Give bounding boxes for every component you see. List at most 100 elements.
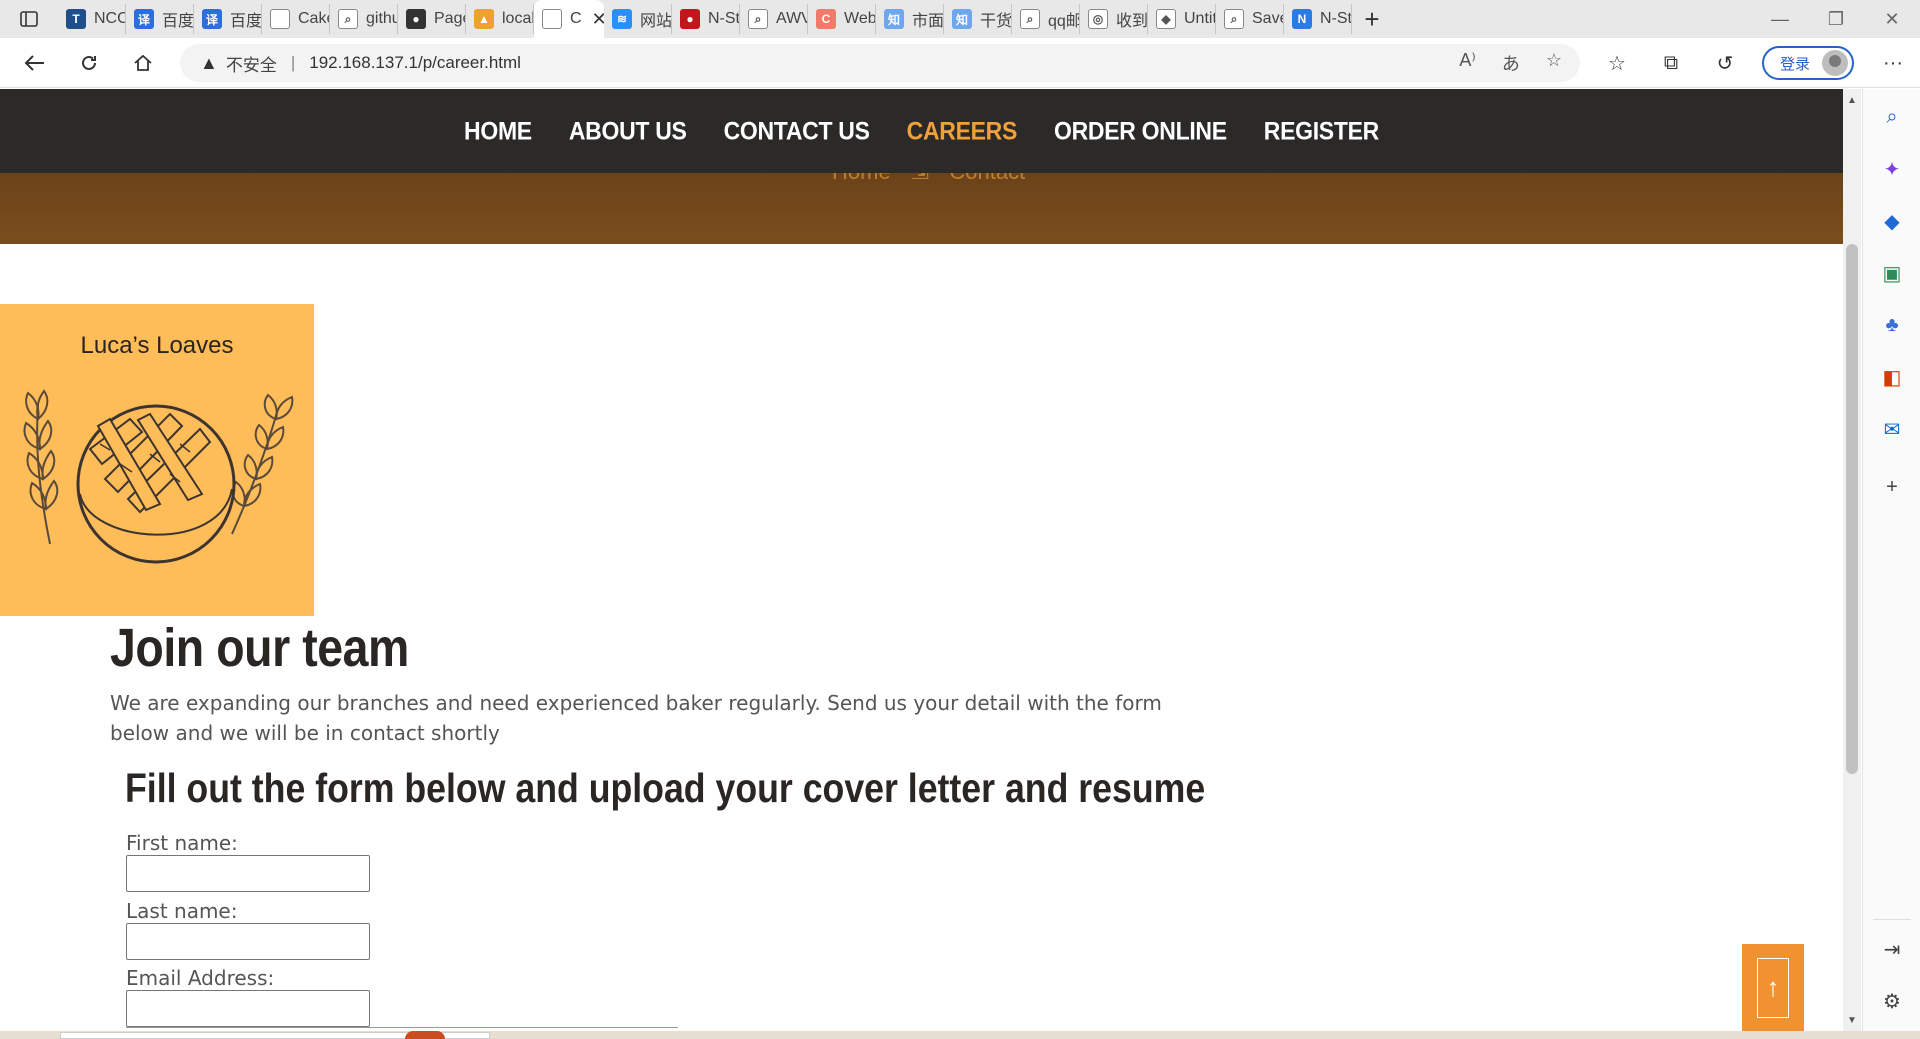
nav-home[interactable]: HOME (464, 116, 532, 145)
tab-actions-icon[interactable] (0, 0, 58, 38)
office-icon[interactable]: ◧ (1880, 365, 1904, 389)
browser-tab[interactable]: 知市面 (876, 4, 944, 34)
tab-title: Pages (434, 10, 465, 27)
tab-title: localh (502, 10, 533, 27)
refresh-icon[interactable] (62, 43, 116, 83)
nav-register[interactable]: REGISTER (1264, 116, 1379, 145)
translate-icon[interactable]: あ (1502, 50, 1520, 76)
read-aloud-icon[interactable]: A⁾ (1459, 50, 1475, 76)
outlook-icon[interactable]: ✉ (1880, 417, 1904, 441)
address-bar[interactable]: ▲ 不安全 | 192.168.137.1/p/career.html A⁾ あ… (180, 44, 1580, 82)
nav-careers[interactable]: CAREERS (907, 116, 1018, 145)
search-favicon-icon: ⌕ (748, 9, 768, 29)
breadcrumb-home[interactable]: Home (832, 173, 891, 184)
back-icon[interactable] (8, 43, 62, 83)
more-menu-icon[interactable]: ··· (1866, 43, 1920, 83)
first-name-field[interactable] (126, 855, 370, 892)
favorites-icon[interactable]: ☆ (1590, 43, 1644, 83)
browser-tab[interactable]: Cake: (262, 4, 330, 34)
tab-title: Untit (1184, 10, 1216, 27)
scroll-down-icon[interactable]: ▼ (1843, 1011, 1861, 1029)
warning-icon[interactable]: ▲ (200, 53, 218, 74)
browser-tab[interactable]: 译百度翻 (126, 4, 194, 34)
tab-title: 百度翻 (162, 13, 194, 30)
browser-tab[interactable]: ◎ 收到 (1080, 4, 1148, 34)
restore-icon[interactable]: ❐ (1808, 0, 1864, 38)
minimize-icon[interactable]: — (1752, 0, 1808, 38)
scroll-up-icon[interactable]: ▲ (1843, 91, 1861, 109)
tab-title: githu (366, 10, 398, 27)
browser-tab[interactable]: C ✕ (534, 0, 604, 38)
tab-title: N-Sta (1320, 10, 1352, 27)
scroll-to-top-button[interactable]: ↑ (1742, 944, 1804, 1031)
tab-strip: TNCC -译百度翻译百度翻Cake:⌕githu●Pages▲localhC✕… (0, 0, 1920, 38)
close-window-icon[interactable]: ✕ (1864, 0, 1920, 38)
new-tab-button[interactable]: + (1352, 0, 1392, 38)
tab-title: N-Sta (708, 10, 740, 27)
browser-tab[interactable]: 译百度翻 (194, 4, 262, 34)
page-viewport: HOME ABOUT US CONTACT US CAREERS ORDER O… (0, 89, 1843, 1031)
avatar-icon (1822, 50, 1848, 76)
close-tab-icon[interactable]: ✕ (592, 9, 604, 30)
tab-title: 收到 (1116, 13, 1148, 30)
last-name-field[interactable] (126, 923, 370, 960)
browser-tab[interactable]: T NCC - (58, 4, 126, 34)
home-icon[interactable] (116, 43, 170, 83)
chrome-favicon-icon: ◎ (1088, 9, 1108, 29)
form-heading: Fill out the form below and upload your … (125, 765, 1206, 811)
hide-sidebar-icon[interactable]: ⇥ (1880, 937, 1904, 961)
collections-icon[interactable]: ⧉ (1644, 43, 1698, 83)
nav-order-online[interactable]: ORDER ONLINE (1054, 116, 1227, 145)
browser-tab[interactable]: C Web (808, 4, 876, 34)
zhihu-favicon-icon: 知 (884, 9, 904, 29)
email-field[interactable] (126, 990, 370, 1027)
browser-tab[interactable]: ◆ Untit (1148, 4, 1216, 34)
scroll-thumb[interactable] (1846, 244, 1858, 774)
intro-paragraph: We are expanding our branches and need e… (110, 691, 1162, 745)
tab-title: C (570, 10, 582, 27)
tab-title: AWVS (776, 10, 807, 27)
search-favicon-icon: ⌕ (1224, 9, 1244, 29)
taskbar-app-icon[interactable] (405, 1031, 445, 1039)
games-icon[interactable]: ♣ (1880, 313, 1904, 337)
tools-icon[interactable]: ▣ (1880, 261, 1904, 285)
settings-gear-icon[interactable]: ⚙ (1880, 989, 1904, 1013)
nsta-favicon-icon: N (1292, 9, 1312, 29)
browser-tab[interactable]: ● N-Sta (672, 4, 740, 34)
page-title: Join our team (110, 618, 409, 678)
browser-toolbar: ▲ 不安全 | 192.168.137.1/p/career.html A⁾ あ… (0, 38, 1920, 88)
first-name-label: First name: (126, 831, 238, 855)
browser-tab[interactable]: ⌕ qq邮 (1012, 4, 1080, 34)
copilot-icon[interactable]: ✦ (1880, 157, 1904, 181)
shopping-tag-icon[interactable]: ◆ (1880, 209, 1904, 233)
browser-tab[interactable]: N N-Sta (1284, 4, 1352, 34)
last-name-label: Last name: (126, 899, 238, 923)
browser-tab[interactable]: ⌕ Save (1216, 4, 1284, 34)
arrow-up-icon: ↑ (1757, 957, 1789, 1018)
browser-tab[interactable]: ≋ 网站 (604, 4, 672, 34)
breadcrumb-separator-icon: ⇲ (911, 173, 929, 185)
history-icon[interactable]: ↺ (1698, 43, 1752, 83)
page-scrollbar[interactable]: ▲ ▼ (1843, 89, 1861, 1031)
page-favicon-icon (542, 9, 562, 29)
tab-title: 干货 (980, 13, 1012, 30)
nav-contact-us[interactable]: CONTACT US (724, 116, 870, 145)
login-label: 登录 (1780, 55, 1811, 73)
nav-about-us[interactable]: ABOUT US (569, 116, 687, 145)
tab-title: 市面 (912, 13, 944, 30)
profile-login-button[interactable]: 登录 (1762, 46, 1854, 80)
figma-favicon-icon: ◆ (1156, 9, 1176, 29)
tab-title: 百度翻 (230, 13, 262, 30)
browser-tab[interactable]: 知干货 (944, 4, 1012, 34)
browser-tab[interactable]: ▲ localh (466, 4, 534, 34)
security-label[interactable]: 不安全 (226, 51, 277, 76)
search-icon[interactable]: ⌕ (1880, 105, 1904, 129)
browser-tab[interactable]: ● Pages (398, 4, 466, 34)
add-favorite-icon[interactable]: ☆ (1546, 50, 1562, 76)
add-sidebar-icon[interactable]: + (1880, 475, 1904, 499)
url-text[interactable]: 192.168.137.1/p/career.html (309, 53, 521, 73)
browser-tab[interactable]: ⌕ githu (330, 4, 398, 34)
breadcrumb: Home ⇲ Contact (832, 173, 1025, 185)
browser-tab[interactable]: ⌕ AWVS (740, 4, 808, 34)
tab-title: 网站 (640, 13, 672, 30)
